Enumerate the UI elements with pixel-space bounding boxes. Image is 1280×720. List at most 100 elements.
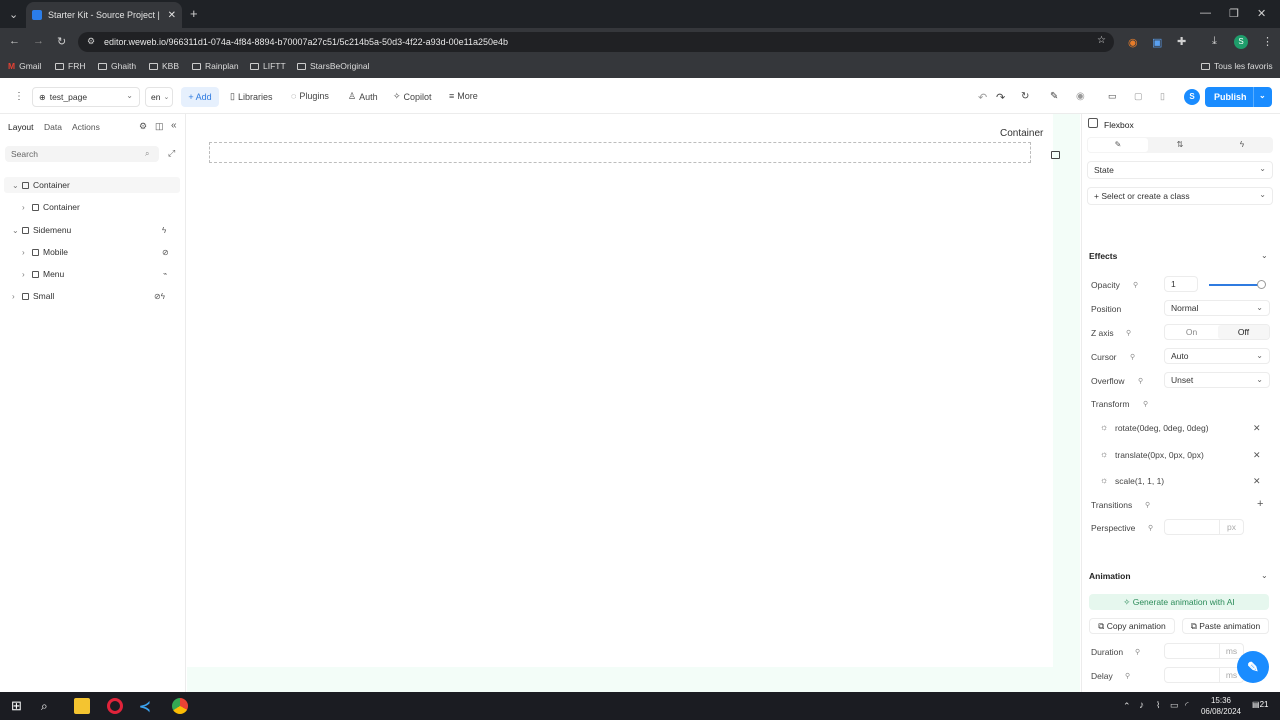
workflow-tab-icon[interactable]: ϟ: [1212, 138, 1272, 152]
chevron-down-icon[interactable]: ⌄: [12, 181, 19, 190]
auth-button[interactable]: ♙ Auth: [348, 91, 378, 102]
all-bookmarks[interactable]: Tous les favoris: [1201, 61, 1273, 71]
search-input[interactable]: Search: [5, 146, 159, 162]
vscode-icon[interactable]: ≺: [139, 698, 155, 714]
tab-layout[interactable]: Layout: [8, 122, 34, 132]
tree-item-small[interactable]: › Small: [12, 291, 54, 301]
add-transition-icon[interactable]: +: [1257, 498, 1263, 510]
bind-icon[interactable]: ⚲: [1148, 524, 1153, 532]
transform-settings-icon[interactable]: ☼: [1100, 449, 1108, 459]
notification-center[interactable]: ▤21: [1252, 700, 1268, 709]
user-avatar[interactable]: S: [1184, 89, 1200, 105]
transform-translate[interactable]: translate(0px, 0px, 0px): [1115, 450, 1204, 460]
zaxis-on-option[interactable]: On: [1165, 325, 1218, 339]
bind-icon[interactable]: ⚲: [1138, 377, 1143, 385]
battery-icon[interactable]: ▭: [1170, 700, 1179, 711]
perspective-unit[interactable]: px: [1219, 520, 1243, 534]
bind-icon[interactable]: ⚲: [1125, 672, 1130, 680]
language-select[interactable]: en ⌄: [145, 87, 173, 107]
effects-section-title[interactable]: Effects: [1089, 251, 1117, 261]
chevron-right-icon[interactable]: ›: [12, 292, 18, 301]
chevron-down-icon[interactable]: ⌄: [12, 226, 19, 235]
tree-item-mobile[interactable]: › Mobile: [22, 247, 68, 257]
opacity-input[interactable]: 1: [1164, 276, 1198, 292]
minimize-icon[interactable]: —: [1200, 7, 1211, 19]
copilot-button[interactable]: ✧ Copilot: [393, 91, 432, 102]
position-select[interactable]: Normal ⌄: [1164, 300, 1270, 316]
overflow-select[interactable]: Unset ⌄: [1164, 372, 1270, 388]
state-select[interactable]: State ⌄: [1087, 161, 1273, 179]
bookmark-rainplan[interactable]: Rainplan: [192, 61, 239, 71]
panel-layout-icon[interactable]: ◫: [155, 121, 164, 132]
browser-menu-icon[interactable]: ⋮: [1262, 35, 1273, 48]
extension-icon[interactable]: ◉: [1128, 36, 1138, 49]
tree-item-container[interactable]: ⌄ Container: [12, 180, 70, 190]
profile-avatar[interactable]: S: [1234, 35, 1248, 49]
bind-icon[interactable]: ⚲: [1126, 329, 1131, 337]
help-chat-icon[interactable]: ✎: [1237, 651, 1269, 683]
more-button[interactable]: ≡ More: [449, 91, 478, 101]
tab-search-icon[interactable]: ⌄: [9, 8, 18, 21]
redo-icon[interactable]: ↷: [996, 91, 1005, 104]
transform-settings-icon[interactable]: ☼: [1100, 475, 1108, 485]
generate-animation-ai-button[interactable]: ✧ Generate animation with AI: [1089, 594, 1269, 610]
class-select[interactable]: + Select or create a class ⌄: [1087, 187, 1273, 205]
bind-icon[interactable]: ⚲: [1135, 648, 1140, 656]
tablet-view-icon[interactable]: ▢: [1134, 91, 1143, 102]
network-icon[interactable]: ⌇: [1156, 700, 1160, 711]
tree-item-sidemenu[interactable]: ⌄ Sidemenu: [12, 225, 71, 235]
bookmark-liftt[interactable]: LIFTT: [250, 61, 286, 71]
chevron-right-icon[interactable]: ›: [22, 248, 28, 257]
add-button[interactable]: + Add: [181, 87, 219, 107]
opacity-slider-track[interactable]: [1209, 284, 1263, 286]
chevron-down-icon[interactable]: ⌄: [1261, 251, 1268, 260]
edit-mode-icon[interactable]: ✎: [1050, 91, 1058, 102]
paste-animation-button[interactable]: ⧉ Paste animation: [1182, 618, 1269, 634]
forward-icon[interactable]: →: [33, 35, 44, 47]
zaxis-off-option[interactable]: Off: [1218, 325, 1269, 339]
tab-data[interactable]: Data: [44, 122, 62, 132]
chevron-down-icon[interactable]: ⌄: [1259, 91, 1266, 100]
bookmark-kbb[interactable]: KBB: [149, 61, 179, 71]
editor-menu-icon[interactable]: ⋮: [14, 91, 24, 102]
download-icon[interactable]: ⤓: [1212, 35, 1217, 48]
settings-gear-icon[interactable]: ⚙: [139, 121, 147, 132]
perspective-input[interactable]: px: [1164, 519, 1244, 535]
container-type-icon[interactable]: [1051, 151, 1060, 159]
chevron-down-icon[interactable]: ⌄: [1261, 571, 1268, 580]
plugins-button[interactable]: ◌ Plugins: [291, 91, 329, 101]
publish-button[interactable]: Publish ⌄: [1205, 87, 1272, 107]
tree-item-container-child[interactable]: › Container: [22, 202, 80, 212]
delay-input[interactable]: ms: [1164, 667, 1244, 683]
mobile-view-icon[interactable]: ▯: [1160, 91, 1165, 102]
address-bar[interactable]: ⚙ editor.weweb.io/966311d1-074a-4f84-889…: [78, 32, 1114, 52]
new-tab-icon[interactable]: +: [190, 6, 198, 21]
windows-start-icon[interactable]: ⊞: [11, 698, 27, 714]
expand-icon[interactable]: ⤢: [168, 148, 175, 159]
back-icon[interactable]: ←: [9, 35, 20, 47]
undo-icon[interactable]: ↶: [978, 91, 987, 104]
style-tab-pencil-icon[interactable]: ✎: [1088, 138, 1148, 152]
site-info-icon[interactable]: ⚙: [87, 36, 95, 47]
opacity-slider-handle[interactable]: [1257, 280, 1266, 289]
bind-icon[interactable]: ⚲: [1133, 281, 1138, 289]
browser-tab[interactable]: Starter Kit - Source Project | We ✕: [26, 2, 182, 28]
wifi-icon[interactable]: ◜: [1185, 700, 1189, 711]
tab-actions[interactable]: Actions: [72, 122, 100, 132]
bookmark-gmail[interactable]: M Gmail: [8, 61, 41, 71]
transform-scale[interactable]: scale(1, 1, 1): [1115, 476, 1164, 486]
cursor-select[interactable]: Auto ⌄: [1164, 348, 1270, 364]
bookmark-starsbeoriginal[interactable]: StarsBeOriginal: [297, 61, 370, 71]
settings-tab-icon[interactable]: ⇅: [1150, 138, 1210, 152]
chevron-right-icon[interactable]: ›: [22, 270, 28, 279]
bind-icon[interactable]: ⚲: [1130, 353, 1135, 361]
refresh-icon[interactable]: ↻: [1021, 91, 1029, 102]
libraries-button[interactable]: ▯ Libraries: [230, 91, 272, 102]
page-select[interactable]: ⊕ test_page ⌄: [32, 87, 140, 107]
copy-animation-button[interactable]: ⧉ Copy animation: [1089, 618, 1175, 634]
chevron-right-icon[interactable]: ›: [22, 203, 28, 212]
remove-transform-icon[interactable]: ✕: [1253, 476, 1261, 487]
bookmark-frh[interactable]: FRH: [55, 61, 85, 71]
window-close-icon[interactable]: ✕: [1257, 7, 1266, 20]
collapse-panel-icon[interactable]: «: [171, 120, 177, 131]
